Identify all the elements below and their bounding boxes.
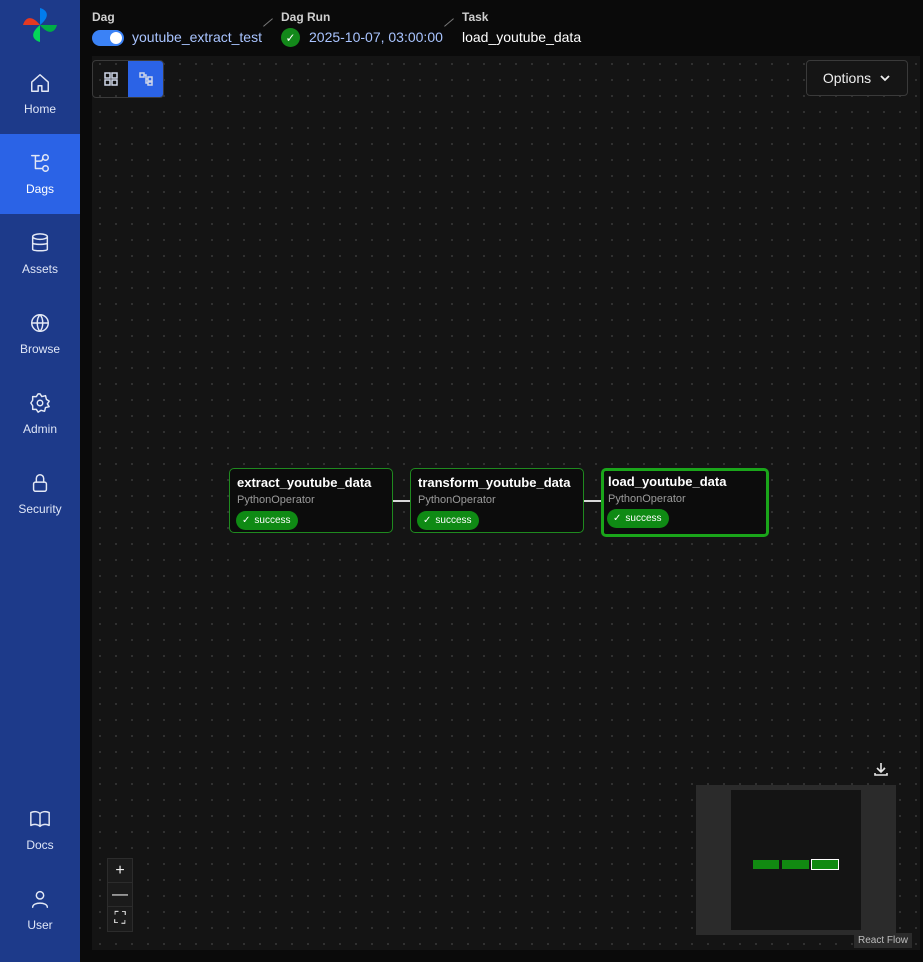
sidebar-item-docs[interactable]: Docs — [0, 790, 80, 870]
task-node-name: extract_youtube_data — [237, 475, 372, 490]
sidebar-item-user[interactable]: User — [0, 870, 80, 950]
graph-view-button[interactable] — [128, 61, 163, 97]
dag-run-link[interactable]: 2025-10-07, 03:00:00 — [309, 29, 443, 45]
task-node-name: load_youtube_data — [608, 474, 727, 489]
dag-label: Dag — [92, 10, 115, 24]
task-label: Task — [462, 10, 489, 24]
status-badge: ✓ success — [417, 511, 479, 530]
zoom-controls: + — ⛶ — [107, 858, 133, 932]
grid-icon — [103, 72, 118, 86]
database-icon — [31, 233, 49, 252]
globe-icon — [31, 314, 49, 332]
download-button[interactable] — [873, 761, 889, 777]
check-icon: ✓ — [242, 515, 251, 526]
check-icon: ✓ — [613, 513, 622, 524]
task-node[interactable]: extract_youtube_data PythonOperator ✓ suc… — [229, 468, 393, 533]
fit-view-button[interactable]: ⛶ — [108, 907, 132, 931]
sidebar-item-admin[interactable]: Admin — [0, 374, 80, 454]
user-icon — [31, 890, 49, 908]
minimap-node-selected — [811, 859, 839, 870]
task-node[interactable]: transform_youtube_data PythonOperator ✓ s… — [410, 468, 584, 533]
success-check-icon: ✓ — [281, 28, 300, 47]
status-badge: ✓ success — [236, 511, 298, 530]
sidebar-item-label: User — [27, 918, 53, 932]
task-node-operator: PythonOperator — [418, 494, 496, 506]
check-icon: ✓ — [423, 515, 432, 526]
view-toggle — [92, 60, 164, 98]
home-icon — [31, 74, 49, 92]
sidebar-item-label: Security — [18, 502, 62, 516]
graph-canvas[interactable]: Options extract_youtube_data PythonOpera… — [92, 56, 920, 950]
grid-view-button[interactable] — [93, 61, 128, 97]
sidebar-item-browse[interactable]: Browse — [0, 294, 80, 374]
task-node-operator: PythonOperator — [237, 494, 315, 506]
gear-icon — [30, 393, 50, 413]
task-node-name: transform_youtube_data — [418, 475, 571, 490]
airflow-logo[interactable] — [21, 6, 59, 44]
sidebar-item-assets[interactable]: Assets — [0, 214, 80, 294]
sidebar-item-home[interactable]: Home — [0, 54, 80, 134]
sidebar: Home Dags Assets Browse Admin Security D… — [0, 0, 80, 962]
sidebar-item-label: Dags — [25, 182, 54, 196]
breadcrumb-separator — [263, 18, 273, 27]
options-label: Options — [822, 70, 872, 86]
dag-link[interactable]: youtube_extract_test — [132, 29, 262, 45]
dag-pause-toggle[interactable] — [92, 30, 124, 46]
minimap-viewport — [731, 790, 861, 930]
sidebar-item-label: Browse — [19, 342, 60, 356]
minimap[interactable] — [696, 785, 896, 935]
download-icon — [874, 763, 888, 776]
task-node-selected[interactable]: load_youtube_data PythonOperator ✓ succes… — [601, 468, 769, 537]
status-badge: ✓ success — [607, 509, 669, 528]
graph-edge — [583, 500, 602, 502]
breadcrumb-separator — [444, 18, 454, 27]
graph-icon — [138, 72, 153, 86]
chevron-down-icon — [880, 75, 890, 82]
status-text: success — [625, 513, 662, 524]
lock-icon — [32, 474, 48, 492]
sidebar-item-label: Assets — [21, 262, 58, 276]
status-text: success — [254, 515, 291, 526]
task-name: load_youtube_data — [462, 29, 582, 45]
dags-icon — [31, 154, 49, 172]
dag-run-label: Dag Run — [281, 10, 331, 24]
breadcrumb: Dag youtube_extract_test Dag Run ✓ 2025-… — [80, 0, 923, 56]
minimap-node — [753, 860, 779, 869]
react-flow-attribution[interactable]: React Flow — [853, 933, 912, 948]
options-button[interactable]: Options — [806, 60, 908, 96]
zoom-in-button[interactable]: + — [108, 859, 132, 883]
sidebar-item-dags[interactable]: Dags — [0, 134, 80, 214]
sidebar-item-label: Docs — [26, 838, 54, 852]
zoom-out-button[interactable]: — — [108, 883, 132, 907]
sidebar-item-label: Home — [23, 102, 56, 116]
minimap-node — [782, 860, 809, 869]
task-node-operator: PythonOperator — [608, 493, 686, 505]
book-icon — [30, 810, 50, 828]
sidebar-item-security[interactable]: Security — [0, 454, 80, 534]
sidebar-item-label: Admin — [22, 422, 57, 436]
status-text: success — [435, 515, 472, 526]
